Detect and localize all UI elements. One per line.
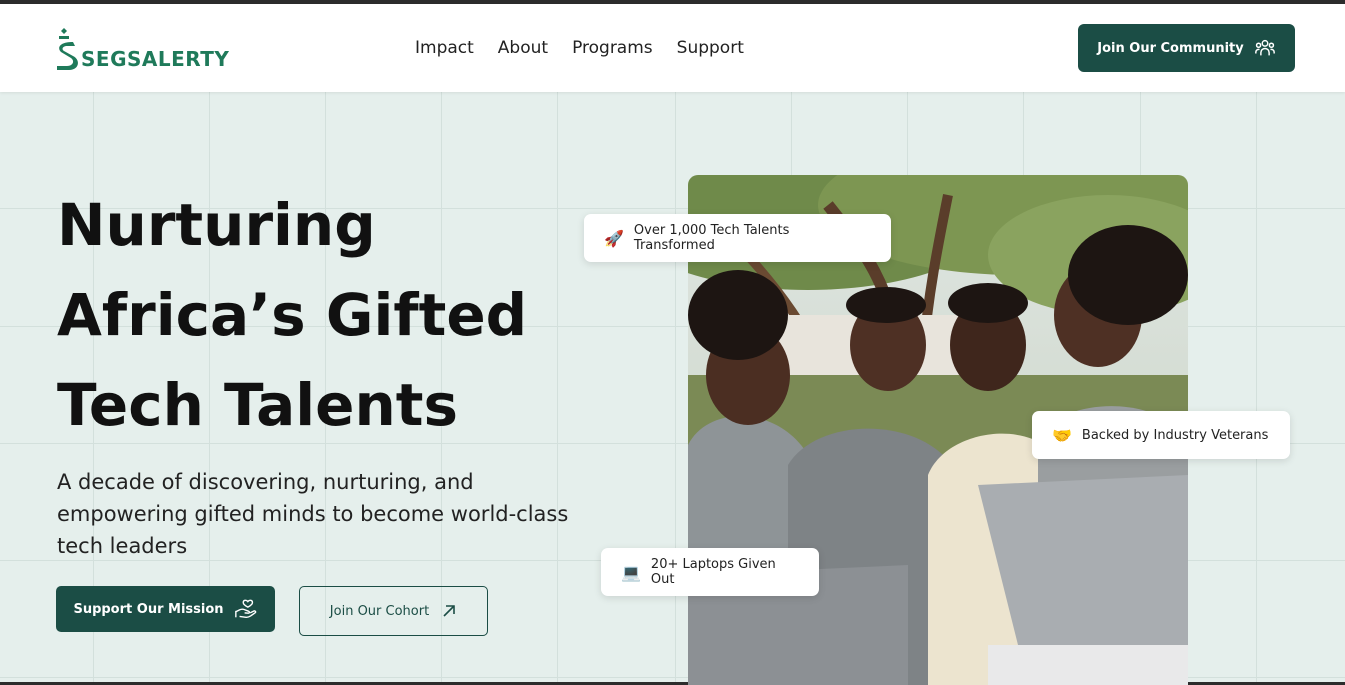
join-cohort-button[interactable]: Join Our Cohort bbox=[299, 586, 488, 636]
site-header: SEGSALERTY Impact About Programs Support… bbox=[0, 4, 1345, 92]
badge-talents-text: Over 1,000 Tech Talents Transformed bbox=[633, 223, 790, 253]
hero-title: Nurturing Africa’s Gifted Tech Talents bbox=[57, 180, 577, 450]
brand-logo[interactable]: SEGSALERTY bbox=[55, 28, 229, 70]
logo-icon bbox=[57, 28, 78, 70]
nav-item-about[interactable]: About bbox=[498, 38, 548, 58]
main-nav: Impact About Programs Support bbox=[415, 38, 744, 58]
community-icon bbox=[1254, 39, 1275, 56]
join-cohort-label: Join Our Cohort bbox=[329, 603, 430, 619]
hero-subtitle: A decade of discovering, nurturing, and … bbox=[57, 470, 569, 558]
badge-laptops: 💻 20+ Laptops Given Out bbox=[601, 548, 819, 596]
hero-title-line-2: Africa’s Gifted bbox=[57, 281, 528, 349]
hand-heart-icon bbox=[234, 599, 256, 619]
nav-item-programs[interactable]: Programs bbox=[572, 38, 653, 58]
badge-veterans-text: Backed by Industry Veterans bbox=[1081, 427, 1269, 443]
join-community-label: Join Our Community bbox=[1097, 40, 1244, 56]
join-community-button[interactable]: Join Our Community bbox=[1078, 24, 1295, 72]
nav-item-impact[interactable]: Impact bbox=[415, 38, 474, 58]
hero-title-line-3: Tech Talents bbox=[57, 371, 459, 439]
nav-item-support[interactable]: Support bbox=[677, 38, 744, 58]
handshake-icon: 🤝 bbox=[1052, 425, 1072, 445]
brand-name: SEGSALERTY bbox=[81, 47, 230, 71]
laptop-icon: 💻 bbox=[621, 562, 641, 582]
support-mission-label: Support Our Mission bbox=[73, 601, 224, 617]
badge-industry-veterans: 🤝 Backed by Industry Veterans bbox=[1032, 411, 1290, 459]
rocket-icon: 🚀 bbox=[604, 228, 624, 248]
badge-talents-transformed: 🚀 Over 1,000 Tech Talents Transformed bbox=[584, 214, 891, 262]
hero-title-line-1: Nurturing bbox=[57, 191, 376, 259]
badge-laptops-text: 20+ Laptops Given Out bbox=[650, 557, 776, 587]
arrow-up-right-icon bbox=[443, 605, 455, 617]
support-mission-button[interactable]: Support Our Mission bbox=[56, 586, 275, 632]
